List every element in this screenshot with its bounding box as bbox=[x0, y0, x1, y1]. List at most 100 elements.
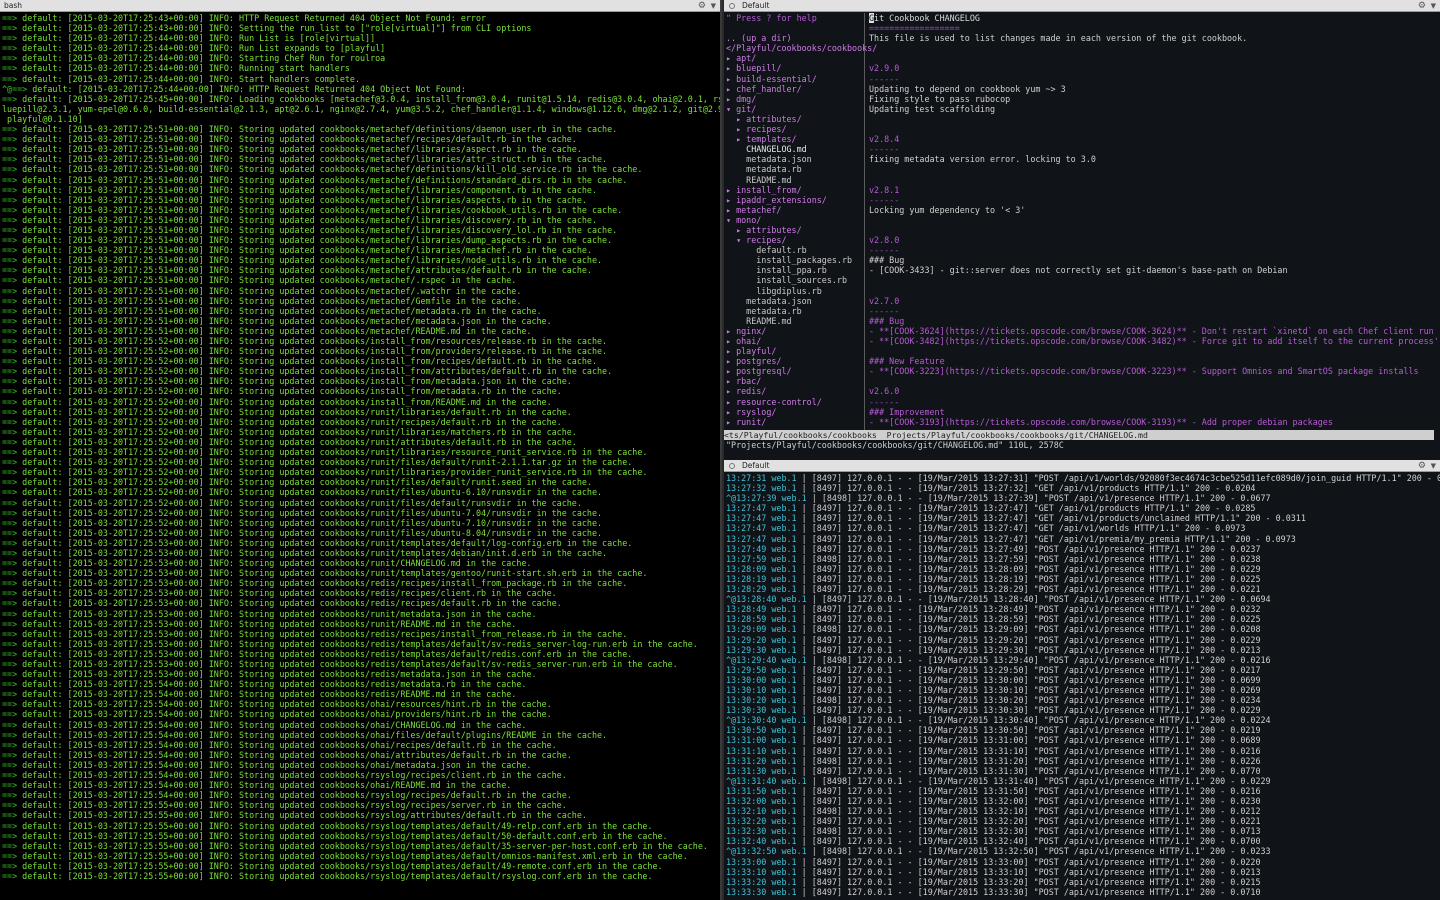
tree-folder[interactable]: ▸ playful/ bbox=[726, 346, 864, 356]
tree-file[interactable]: libgdiplus.rb bbox=[726, 286, 864, 296]
chevron-down-icon[interactable]: ▼ bbox=[1431, 0, 1436, 12]
tree-file[interactable]: metadata.json bbox=[726, 296, 864, 306]
editor-line[interactable]: ------ bbox=[869, 306, 1440, 316]
editor-line[interactable]: v2.8.0 bbox=[869, 235, 1440, 245]
editor-line[interactable]: fixing metadata version error. locking t… bbox=[869, 154, 1440, 164]
tree-folder[interactable]: ▸ chef_handler/ bbox=[726, 84, 864, 94]
tree-folder[interactable]: ▸ apt/ bbox=[726, 53, 864, 63]
tree-file[interactable]: metadata.json bbox=[726, 154, 864, 164]
editor-line[interactable] bbox=[869, 215, 1440, 225]
tree-file[interactable]: CHANGELOG.md bbox=[726, 144, 864, 154]
editor-line[interactable]: Locking yum dependency to '< 3' bbox=[869, 205, 1440, 215]
tree-folder[interactable]: ▾ mono/ bbox=[726, 215, 864, 225]
bash-output[interactable]: ==> default: [2015-03-20T17:25:43+00:00]… bbox=[2, 13, 720, 900]
tree-file[interactable]: default.rb bbox=[726, 245, 864, 255]
tree-file[interactable]: metadata.rb bbox=[726, 164, 864, 174]
tree-folder[interactable]: ▸ rbac/ bbox=[726, 376, 864, 386]
editor-line[interactable] bbox=[869, 124, 1440, 134]
tree-file[interactable]: install_ppa.rb bbox=[726, 265, 864, 275]
editor-line[interactable]: v2.6.0 bbox=[869, 386, 1440, 396]
tree-folder[interactable]: ▸ postgresql/ bbox=[726, 366, 864, 376]
gear-icon[interactable]: ⚙ bbox=[1418, 460, 1426, 472]
editor-line[interactable]: Git Cookbook CHANGELOG bbox=[869, 13, 1440, 23]
editor-line[interactable]: Updating test scaffolding bbox=[869, 104, 1440, 114]
editor-line[interactable] bbox=[869, 43, 1440, 53]
tree-folder[interactable]: ▸ metachef/ bbox=[726, 205, 864, 215]
tree-folder[interactable]: ▸ runit/ bbox=[726, 417, 864, 427]
editor-buffer[interactable]: Git Cookbook CHANGELOG ==================… bbox=[866, 13, 1440, 430]
tree-file[interactable]: install_sources.rb bbox=[726, 275, 864, 285]
editor-line[interactable] bbox=[869, 175, 1440, 185]
tree-folder[interactable]: ▸ dmg/ bbox=[726, 94, 864, 104]
chevron-down-icon[interactable]: ▼ bbox=[711, 0, 716, 12]
editor-line[interactable]: This file is used to list changes made i… bbox=[869, 33, 1440, 43]
editor-line[interactable] bbox=[869, 275, 1440, 285]
editor-line[interactable] bbox=[869, 114, 1440, 124]
chevron-down-icon[interactable]: ▼ bbox=[1431, 460, 1436, 472]
editor-line[interactable]: Fixing style to pass rubocop bbox=[869, 94, 1440, 104]
tree-file[interactable]: .. (up a dir) bbox=[726, 33, 864, 43]
editor-line[interactable]: - **[COOK-3624](https://tickets.opscode.… bbox=[869, 326, 1440, 336]
editor-line[interactable]: v2.7.0 bbox=[869, 296, 1440, 306]
editor-line[interactable]: ------ bbox=[869, 195, 1440, 205]
editor-line[interactable]: v2.8.1 bbox=[869, 185, 1440, 195]
log-timestamp: 13:32:30 bbox=[726, 826, 767, 837]
gear-icon[interactable]: ⚙ bbox=[698, 0, 706, 12]
editor-line[interactable]: - **[COOK-3482](https://tickets.opscode.… bbox=[869, 336, 1440, 346]
tree-folder[interactable]: ▸ install_from/ bbox=[726, 185, 864, 195]
tree-folder[interactable]: ▸ postgres/ bbox=[726, 356, 864, 366]
editor-line[interactable]: ------ bbox=[869, 74, 1440, 84]
tree-file[interactable]: README.md bbox=[726, 316, 864, 326]
editor-line[interactable]: ### Bug bbox=[869, 316, 1440, 326]
tree-folder[interactable]: ▸ rsyslog/ bbox=[726, 407, 864, 417]
tree-folder[interactable]: ▸ resource-control/ bbox=[726, 397, 864, 407]
tree-file[interactable] bbox=[726, 23, 864, 33]
tree-help[interactable]: " Press ? for help bbox=[726, 13, 864, 23]
tree-file[interactable]: install_packages.rb bbox=[726, 255, 864, 265]
tree-folder[interactable]: ▸ nginx/ bbox=[726, 326, 864, 336]
tree-folder[interactable]: ▾ recipes/ bbox=[726, 235, 864, 245]
editor-line-text: ------ bbox=[869, 305, 900, 316]
tree-folder[interactable]: ▸ redis/ bbox=[726, 386, 864, 396]
editor-line[interactable]: ------ bbox=[869, 245, 1440, 255]
bash-terminal-pane[interactable]: bash ⚙ ▼ ==> default: [2015-03-20T17:25:… bbox=[0, 0, 720, 900]
editor-line[interactable]: ------ bbox=[869, 144, 1440, 154]
editor-line[interactable]: ### Improvement bbox=[869, 407, 1440, 417]
editor-line[interactable]: v2.9.0 bbox=[869, 63, 1440, 73]
editor-line[interactable] bbox=[869, 225, 1440, 235]
tree-folder[interactable]: </Playful/cookbooks/cookbooks/ bbox=[726, 43, 877, 53]
tree-folder[interactable]: ▸ build-essential/ bbox=[726, 74, 864, 84]
tree-folder[interactable]: ▸ ipaddr_extensions/ bbox=[726, 195, 864, 205]
editor-line[interactable] bbox=[869, 53, 1440, 63]
editor-line[interactable]: ### Bug bbox=[869, 255, 1440, 265]
editor-line[interactable] bbox=[869, 346, 1440, 356]
tree-folder[interactable]: ▸ bluepill/ bbox=[726, 63, 864, 73]
server-log-pane[interactable]: Default ⚙ ▼ 13:27:31 web.1 | [8497] 127.… bbox=[722, 460, 1440, 900]
tree-folder[interactable]: ▸ attributes/ bbox=[726, 225, 864, 235]
editor-line[interactable] bbox=[869, 286, 1440, 296]
file-tree[interactable]: " Press ? for help .. (up a dir) </Playful… bbox=[724, 13, 877, 430]
editor-line[interactable]: ================== bbox=[869, 23, 1440, 33]
tree-file[interactable]: README.md bbox=[726, 175, 864, 185]
log-output[interactable]: 13:27:31 web.1 | [8497] 127.0.0.1 - - [1… bbox=[726, 473, 1440, 900]
editor-line[interactable]: v2.8.4 bbox=[869, 134, 1440, 144]
editor-line[interactable] bbox=[869, 164, 1440, 174]
bash-line-text: default: [2015-03-20T17:25:51+00:00] INF… bbox=[17, 224, 618, 235]
bash-line-text: default: [2015-03-20T17:25:53+00:00] INF… bbox=[17, 598, 562, 609]
editor-line[interactable]: Updating to depend on cookbook yum ~> 3 bbox=[869, 84, 1440, 94]
gear-icon[interactable]: ⚙ bbox=[1418, 0, 1426, 12]
tree-folder[interactable]: ▾ git/ bbox=[726, 104, 864, 114]
editor-line[interactable]: - [COOK-3433] - git::server does not cor… bbox=[869, 265, 1440, 275]
editor-line[interactable]: ------ bbox=[869, 397, 1440, 407]
log-timestamp: 13:31:10 bbox=[726, 745, 767, 756]
tree-folder[interactable]: ▸ attributes/ bbox=[726, 114, 864, 124]
tree-file[interactable]: metadata.rb bbox=[726, 306, 864, 316]
editor-line[interactable]: ### New Feature bbox=[869, 356, 1440, 366]
editor-line[interactable] bbox=[869, 376, 1440, 386]
editor-line[interactable]: - **[COOK-3223](https://tickets.opscode.… bbox=[869, 366, 1440, 376]
tree-folder[interactable]: ▸ recipes/ bbox=[726, 124, 864, 134]
vim-editor-pane[interactable]: Default ⚙ ▼ " Press ? for help .. (up a d… bbox=[722, 0, 1440, 460]
tree-folder[interactable]: ▸ templates/ bbox=[726, 134, 864, 144]
editor-line[interactable]: - **[COOK-3193](https://tickets.opscode.… bbox=[869, 417, 1440, 427]
tree-folder[interactable]: ▸ ohai/ bbox=[726, 336, 864, 346]
